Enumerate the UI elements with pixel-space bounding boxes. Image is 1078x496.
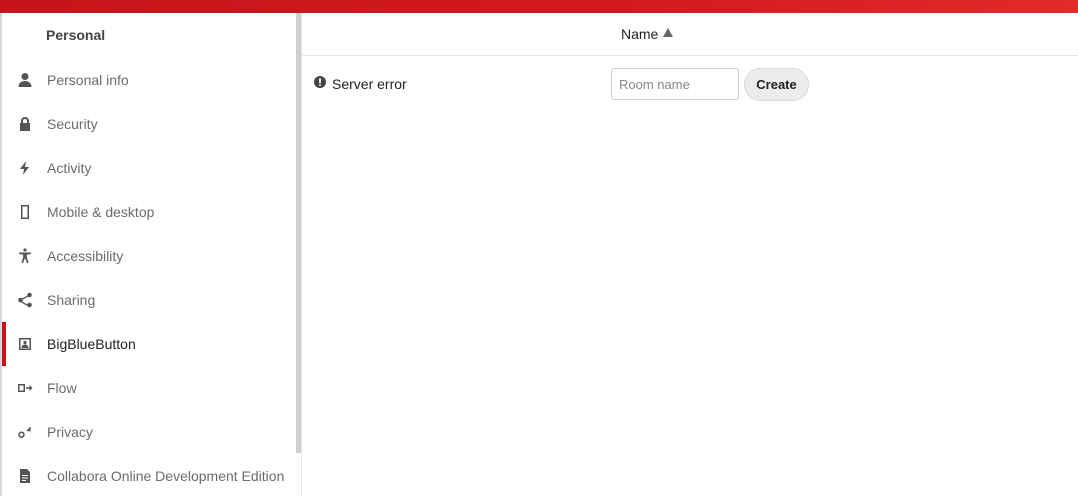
key-icon <box>2 424 47 440</box>
flow-icon <box>2 380 47 396</box>
sidebar-item-label: Collabora Online Development Edition <box>47 468 285 484</box>
sidebar-item-label: Mobile & desktop <box>47 204 155 220</box>
sidebar-item-label: Personal info <box>47 72 129 88</box>
sidebar-item-label: BigBlueButton <box>47 336 136 352</box>
sidebar-item-flow[interactable]: Flow <box>2 366 294 410</box>
top-header-bar <box>0 0 1078 13</box>
accessibility-icon <box>2 248 47 264</box>
section-title-personal: Personal <box>46 27 106 43</box>
sidebar-item-bigbluebutton[interactable]: BigBlueButton <box>2 322 294 366</box>
table-header: Name <box>302 13 1078 56</box>
phone-icon <box>2 204 47 220</box>
sidebar-item-privacy[interactable]: Privacy <box>2 410 294 454</box>
settings-sidebar: Personal Personal info Security Activity… <box>2 13 302 496</box>
main-content: Name Server error Create <box>302 13 1078 496</box>
alert-icon <box>314 75 326 93</box>
sidebar-item-collabora[interactable]: Collabora Online Development Edition <box>2 454 294 496</box>
sidebar-item-sharing[interactable]: Sharing <box>2 278 294 322</box>
sidebar-item-security[interactable]: Security <box>2 102 294 146</box>
sidebar-item-label: Sharing <box>47 292 96 308</box>
sort-ascending-icon <box>662 26 674 42</box>
sidebar-item-label: Privacy <box>47 424 93 440</box>
sidebar-item-personal-info[interactable]: Personal info <box>2 58 294 102</box>
create-button[interactable]: Create <box>744 68 809 101</box>
name-column-label: Name <box>621 26 659 42</box>
lightning-icon <box>2 160 47 176</box>
sidebar-item-accessibility[interactable]: Accessibility <box>2 234 294 278</box>
error-message: Server error <box>314 75 407 93</box>
share-icon <box>2 292 47 308</box>
sidebar-item-label: Accessibility <box>47 248 124 264</box>
user-icon <box>2 72 47 88</box>
sidebar-item-activity[interactable]: Activity <box>2 146 294 190</box>
sidebar-item-label: Security <box>47 116 98 132</box>
name-column-header[interactable]: Name <box>621 26 674 42</box>
sidebar-item-mobile-desktop[interactable]: Mobile & desktop <box>2 190 294 234</box>
sidebar-item-label: Activity <box>47 160 92 176</box>
sidebar-item-label: Flow <box>47 380 77 396</box>
room-name-input[interactable] <box>611 68 739 100</box>
bigbluebutton-icon <box>2 336 47 352</box>
error-text: Server error <box>332 76 407 92</box>
lock-icon <box>2 116 47 132</box>
document-icon <box>2 468 47 484</box>
